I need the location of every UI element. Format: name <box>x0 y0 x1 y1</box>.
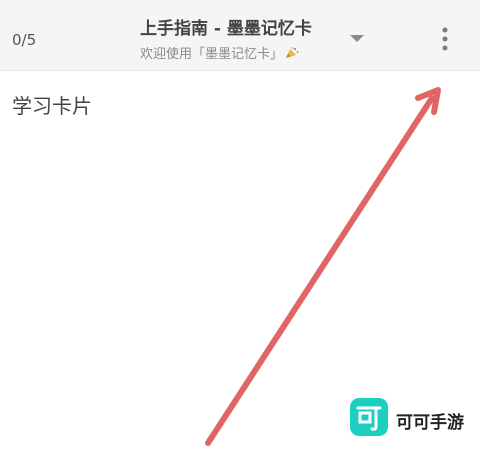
more-vertical-icon[interactable] <box>432 24 458 54</box>
card-counter: 0/5 <box>12 31 37 49</box>
arrow-shaft <box>205 95 435 446</box>
title-block: 上手指南 - 墨墨记忆卡 欢迎使用「墨墨记忆卡」 <box>140 14 340 62</box>
watermark-text: 可可手游 <box>396 413 464 433</box>
arrow-head <box>415 87 441 115</box>
watermark-logo-icon <box>350 398 388 436</box>
deck-title: 上手指南 - 墨墨记忆卡 <box>140 19 312 39</box>
card-front-text: 学习卡片 <box>12 94 92 118</box>
top-bar: 0/5 上手指南 - 墨墨记忆卡 欢迎使用「墨墨记忆卡」 <box>0 0 480 71</box>
caret-down-icon[interactable] <box>346 28 368 48</box>
party-popper-icon <box>286 47 299 58</box>
app-screen: 0/5 上手指南 - 墨墨记忆卡 欢迎使用「墨墨记忆卡」 学习卡片 可可手游 <box>0 0 480 461</box>
deck-subtitle-text: 欢迎使用「墨墨记忆卡」 <box>140 47 284 62</box>
deck-subtitle: 欢迎使用「墨墨记忆卡」 <box>140 43 340 62</box>
